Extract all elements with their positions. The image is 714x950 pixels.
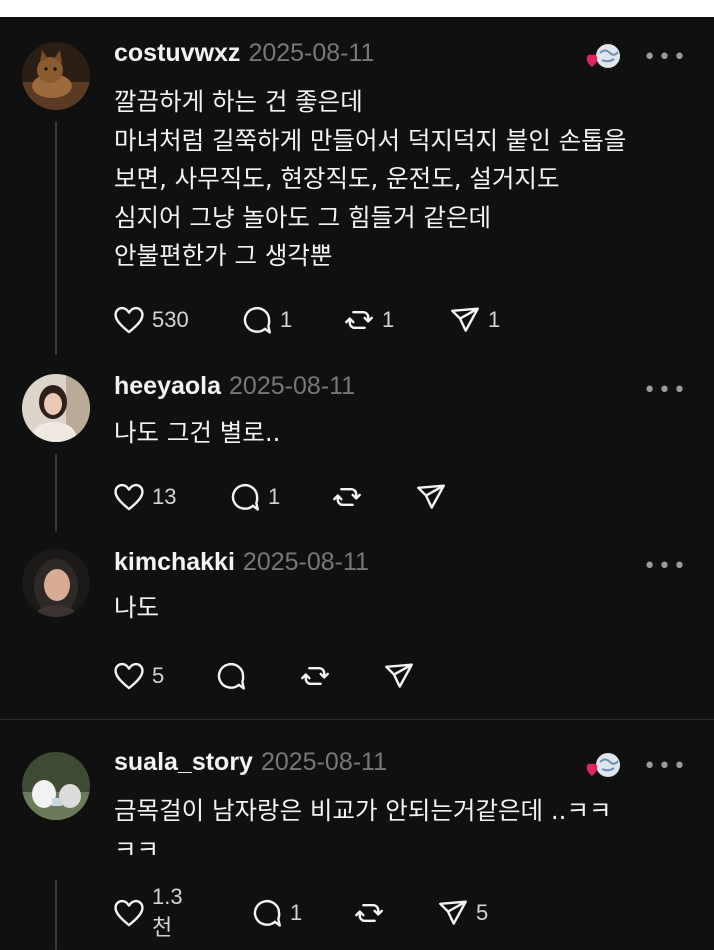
- repost-button[interactable]: [330, 477, 370, 517]
- share-count: 5: [476, 900, 489, 925]
- more-options-icon[interactable]: •••: [643, 378, 688, 403]
- heart-icon: [114, 306, 144, 334]
- repost-icon: [301, 667, 329, 685]
- comment-icon: [217, 663, 245, 690]
- timestamp: 2025-08-11: [229, 372, 356, 400]
- share-button[interactable]: 1: [448, 300, 500, 340]
- username[interactable]: costuvwxz: [114, 39, 240, 67]
- avatar[interactable]: [22, 374, 90, 442]
- like-count: 1.3천: [152, 884, 183, 940]
- repost-icon: [355, 904, 383, 922]
- threads-screen: costuvwxz 2025-08-11 ••• 깔끔하게 하는 건 좋은데 마녀…: [0, 17, 714, 950]
- send-icon: [417, 484, 445, 509]
- comment-text: 나도: [114, 593, 160, 622]
- avatar[interactable]: [22, 42, 90, 110]
- avatar[interactable]: [22, 549, 90, 617]
- like-count: 13: [152, 484, 177, 509]
- like-button[interactable]: 530: [112, 300, 189, 340]
- like-button[interactable]: 1.3천: [112, 884, 183, 940]
- like-button[interactable]: 13: [112, 477, 176, 517]
- send-icon: [451, 307, 479, 332]
- timestamp: 2025-08-11: [260, 748, 387, 776]
- more-options-icon[interactable]: •••: [643, 554, 688, 579]
- comment-text: 깔끔하게 하는 건 좋은데 마녀처럼 길쭉하게 만들어서 덕지덕지 붙인 손톱을…: [114, 87, 627, 270]
- like-button[interactable]: 5: [112, 656, 164, 696]
- repost-button[interactable]: [352, 893, 392, 933]
- share-button[interactable]: [382, 656, 422, 696]
- heart-icon: [114, 483, 144, 511]
- reply-button[interactable]: 1: [250, 893, 302, 933]
- heart-icon: [114, 662, 144, 690]
- username[interactable]: heeyaola: [114, 372, 221, 400]
- share-count: 1: [488, 307, 501, 332]
- comment-header: kimchakki 2025-08-11: [114, 548, 369, 577]
- timestamp: 2025-08-11: [242, 548, 369, 576]
- repost-button[interactable]: 1: [342, 300, 394, 340]
- comment-icon: [243, 307, 271, 334]
- reply-button[interactable]: 1: [240, 300, 292, 340]
- repost-icon: [333, 488, 361, 506]
- reply-count: 1: [268, 484, 281, 509]
- thread-line: [55, 880, 57, 950]
- reply-count: 1: [290, 900, 303, 925]
- thread-line: [55, 121, 57, 355]
- author-liked-badge: [584, 41, 624, 73]
- comment-item: kimchakki 2025-08-11 ••• 나도 5: [0, 539, 714, 719]
- username[interactable]: suala_story: [114, 748, 253, 776]
- like-count: 530: [152, 307, 189, 332]
- like-count: 5: [152, 663, 165, 688]
- comment-text: 나도 그건 별로..: [114, 418, 281, 447]
- comment-icon: [253, 900, 281, 927]
- more-options-icon[interactable]: •••: [643, 754, 688, 779]
- heart-icon: [114, 899, 144, 927]
- send-icon: [439, 900, 467, 925]
- repost-count: 1: [382, 307, 395, 332]
- author-liked-badge: [584, 750, 624, 782]
- comment-item: heeyaola 2025-08-11 ••• 나도 그건 별로.. 13 1: [0, 362, 714, 539]
- thread-line: [55, 454, 57, 532]
- comment-header: costuvwxz 2025-08-11: [114, 39, 374, 68]
- repost-button[interactable]: [298, 656, 338, 696]
- comment-item: suala_story 2025-08-11 ••• 금목걸이 남자랑은 비교가 …: [0, 720, 714, 950]
- comment-icon: [231, 484, 259, 511]
- comment-text: 금목걸이 남자랑은 비교가 안되는거같은데 ..ㅋㅋ ㅋㅋ: [114, 796, 612, 864]
- avatar[interactable]: [22, 752, 90, 820]
- more-options-icon[interactable]: •••: [643, 45, 688, 70]
- share-button[interactable]: 5: [436, 893, 488, 933]
- reply-button[interactable]: 1: [228, 477, 280, 517]
- share-button[interactable]: [414, 477, 454, 517]
- comment-header: heeyaola 2025-08-11: [114, 372, 355, 401]
- reply-button[interactable]: [214, 656, 254, 696]
- reply-count: 1: [280, 307, 293, 332]
- send-icon: [385, 663, 413, 688]
- timestamp: 2025-08-11: [248, 39, 375, 67]
- repost-icon: [345, 311, 373, 329]
- comment-header: suala_story 2025-08-11: [114, 748, 387, 777]
- comment-item: costuvwxz 2025-08-11 ••• 깔끔하게 하는 건 좋은데 마녀…: [0, 17, 714, 362]
- username[interactable]: kimchakki: [114, 548, 235, 576]
